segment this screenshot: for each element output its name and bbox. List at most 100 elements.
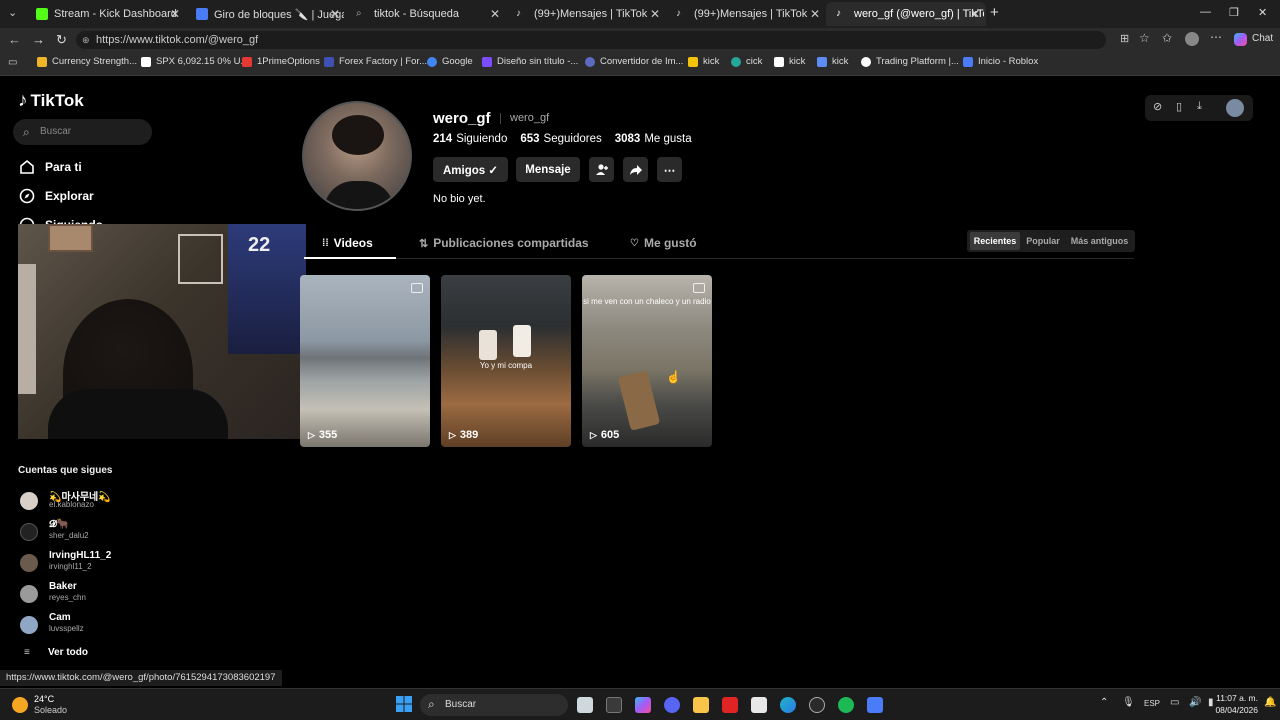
video-card[interactable]: Yo y mi compa ▷ 389 bbox=[441, 275, 571, 447]
avatar bbox=[20, 585, 38, 603]
bookmark-label: kick bbox=[703, 56, 720, 67]
following-stat[interactable]: 214 Siguiendo bbox=[433, 133, 507, 145]
tab-tiktok-messages-2[interactable]: ♪ (99+)Mensajes | TikTok ✕ bbox=[666, 2, 826, 26]
copilot-icon[interactable] bbox=[635, 697, 651, 713]
close-tab-icon[interactable]: ✕ bbox=[170, 7, 180, 21]
video-card[interactable]: si me ven con un chaleco y un radio ☝ ▷ … bbox=[582, 275, 712, 447]
taskbar-search[interactable]: ⌕ Buscar bbox=[420, 694, 568, 716]
more-menu-icon[interactable]: ⋯ bbox=[1210, 30, 1222, 44]
bookmark-item[interactable]: Diseño sin título -... bbox=[482, 56, 578, 67]
bookmark-item[interactable]: cick bbox=[731, 56, 762, 67]
followers-count: 653 bbox=[520, 133, 540, 145]
clock-date[interactable]: 08/04/2026 bbox=[1210, 705, 1258, 715]
video-card[interactable]: ▷ 355 bbox=[300, 275, 430, 447]
bookmark-item[interactable]: kick bbox=[774, 56, 805, 67]
clock-time[interactable]: 11:07 a. m. bbox=[1210, 693, 1258, 703]
bookmark-item[interactable]: Inicio - Roblox bbox=[963, 56, 1038, 67]
site-info-icon[interactable]: ⊕ bbox=[82, 31, 90, 49]
close-tab-icon[interactable]: ✕ bbox=[330, 7, 340, 21]
favorite-star-icon[interactable]: ☆ bbox=[1139, 31, 1150, 45]
sidebar-toggle-icon[interactable]: ▭ bbox=[8, 57, 17, 68]
language-indicator[interactable]: ESP bbox=[1144, 699, 1160, 708]
weather-sun-icon[interactable] bbox=[12, 697, 28, 713]
sort-oldest-button[interactable]: Más antiguos bbox=[1066, 232, 1133, 250]
store-icon[interactable] bbox=[751, 697, 767, 713]
see-all-link[interactable]: Ver todo bbox=[48, 647, 88, 658]
close-tab-icon[interactable]: ✕ bbox=[650, 7, 660, 21]
friends-button[interactable]: Amigos ✓ bbox=[433, 157, 508, 182]
sort-recent-button[interactable]: Recientes bbox=[970, 232, 1020, 250]
spotify-icon[interactable] bbox=[838, 697, 854, 713]
add-friend-button[interactable] bbox=[589, 157, 614, 182]
account-name: Baker bbox=[49, 581, 77, 592]
nav-label: Explorar bbox=[45, 189, 94, 203]
compass-icon[interactable]: ⊘ bbox=[1153, 100, 1162, 113]
close-tab-icon[interactable]: ✕ bbox=[810, 7, 820, 21]
bookmark-item[interactable]: kick bbox=[817, 56, 848, 67]
profile-bio: No bio yet. bbox=[433, 193, 486, 205]
new-tab-button[interactable]: + bbox=[990, 4, 999, 21]
download-icon[interactable]: ⤓ bbox=[1197, 100, 1202, 113]
app-icon[interactable] bbox=[722, 697, 738, 713]
notification-bell-icon[interactable]: 🔔 bbox=[1264, 697, 1276, 708]
network-icon[interactable]: ▭ bbox=[1170, 697, 1179, 708]
discord-icon[interactable] bbox=[664, 697, 680, 713]
forward-icon[interactable]: → bbox=[32, 32, 45, 47]
epic-games-icon[interactable] bbox=[606, 697, 622, 713]
minimize-icon[interactable]: — bbox=[1200, 6, 1211, 18]
refresh-icon[interactable]: ↻ bbox=[56, 32, 67, 48]
tab-videos[interactable]: ⁞⁞ Videos bbox=[322, 236, 373, 250]
tab-list-chevron-icon[interactable]: ⌄ bbox=[8, 6, 17, 19]
copilot-icon[interactable] bbox=[1234, 33, 1247, 46]
close-tab-icon[interactable]: ✕ bbox=[970, 7, 980, 21]
bookmark-item[interactable]: 1PrimeOptions bbox=[242, 56, 320, 67]
more-options-button[interactable]: ⋯ bbox=[657, 157, 682, 182]
favorites-icon[interactable]: ✩ bbox=[1162, 31, 1172, 45]
url-text: https://www.tiktok.com/@wero_gf bbox=[96, 34, 259, 46]
bookmark-item[interactable]: Currency Strength... bbox=[37, 56, 137, 67]
bookmark-item[interactable]: kick bbox=[688, 56, 719, 67]
bookmark-item[interactable]: Trading Platform |... bbox=[861, 56, 959, 67]
user-avatar-icon[interactable] bbox=[1226, 99, 1244, 117]
back-icon[interactable]: ← bbox=[8, 32, 21, 47]
close-tab-icon[interactable]: ✕ bbox=[490, 7, 500, 21]
bookmark-item[interactable]: Convertidor de Im... bbox=[585, 56, 683, 67]
mobile-icon[interactable]: ▯ bbox=[1176, 100, 1182, 113]
close-window-icon[interactable]: ✕ bbox=[1258, 6, 1267, 19]
sidebar-search-input[interactable]: ⌕ Buscar bbox=[13, 119, 152, 145]
sort-popular-button[interactable]: Popular bbox=[1022, 232, 1064, 250]
tab-tiktok-messages-1[interactable]: ♪ (99+)Mensajes | TikTok ✕ bbox=[506, 2, 666, 26]
bookmark-item[interactable]: Forex Factory | For... bbox=[324, 56, 427, 67]
url-field[interactable]: ⊕ https://www.tiktok.com/@wero_gf bbox=[76, 31, 1106, 49]
nav-para-ti[interactable]: Para ti bbox=[18, 158, 82, 176]
tray-chevron-icon[interactable]: ⌃ bbox=[1100, 697, 1108, 708]
windows-start-icon[interactable] bbox=[396, 696, 412, 712]
tab-label: Stream - Kick Dashboard bbox=[54, 8, 177, 20]
file-explorer-icon[interactable] bbox=[693, 697, 709, 713]
bookmark-item[interactable]: SPX 6,092.15 0% U... bbox=[141, 56, 248, 67]
app-icon[interactable] bbox=[809, 697, 825, 713]
profile-avatar-icon[interactable] bbox=[1185, 32, 1199, 46]
tab-search[interactable]: ⌕ tiktok - Búsqueda ✕ bbox=[346, 2, 506, 26]
tab-kick-dashboard[interactable]: Stream - Kick Dashboard ✕ bbox=[26, 2, 186, 26]
nav-label: Para ti bbox=[45, 160, 82, 174]
profile-avatar[interactable] bbox=[302, 101, 412, 211]
apps-icon[interactable]: ⊞ bbox=[1120, 32, 1129, 45]
edge-icon[interactable] bbox=[780, 697, 796, 713]
tab-liked[interactable]: ♡ Me gustó bbox=[630, 236, 697, 250]
chat-button[interactable]: Chat bbox=[1252, 33, 1273, 44]
maximize-icon[interactable]: ❐ bbox=[1229, 6, 1239, 19]
followers-stat[interactable]: 653 Seguidores bbox=[520, 133, 601, 145]
roblox-icon[interactable] bbox=[867, 697, 883, 713]
nav-explorar[interactable]: Explorar bbox=[18, 187, 94, 205]
tiktok-logo[interactable]: ♪ TikTok bbox=[18, 90, 84, 112]
tab-roblox[interactable]: Giro de bloques 🔪 | Juega en Roblox ✕ bbox=[186, 2, 346, 26]
tab-tiktok-profile[interactable]: ♪ wero_gf (@wero_gf) | TikTok ✕ bbox=[826, 2, 986, 26]
tab-reposts[interactable]: ⇅ Publicaciones compartidas bbox=[419, 236, 589, 250]
message-button[interactable]: Mensaje bbox=[516, 157, 580, 182]
volume-icon[interactable]: 🔊 bbox=[1189, 697, 1201, 708]
task-view-icon[interactable] bbox=[577, 697, 593, 713]
microphone-icon[interactable]: 🎙 bbox=[1122, 697, 1135, 708]
share-button[interactable] bbox=[623, 157, 648, 182]
bookmark-item[interactable]: Google bbox=[427, 56, 473, 67]
